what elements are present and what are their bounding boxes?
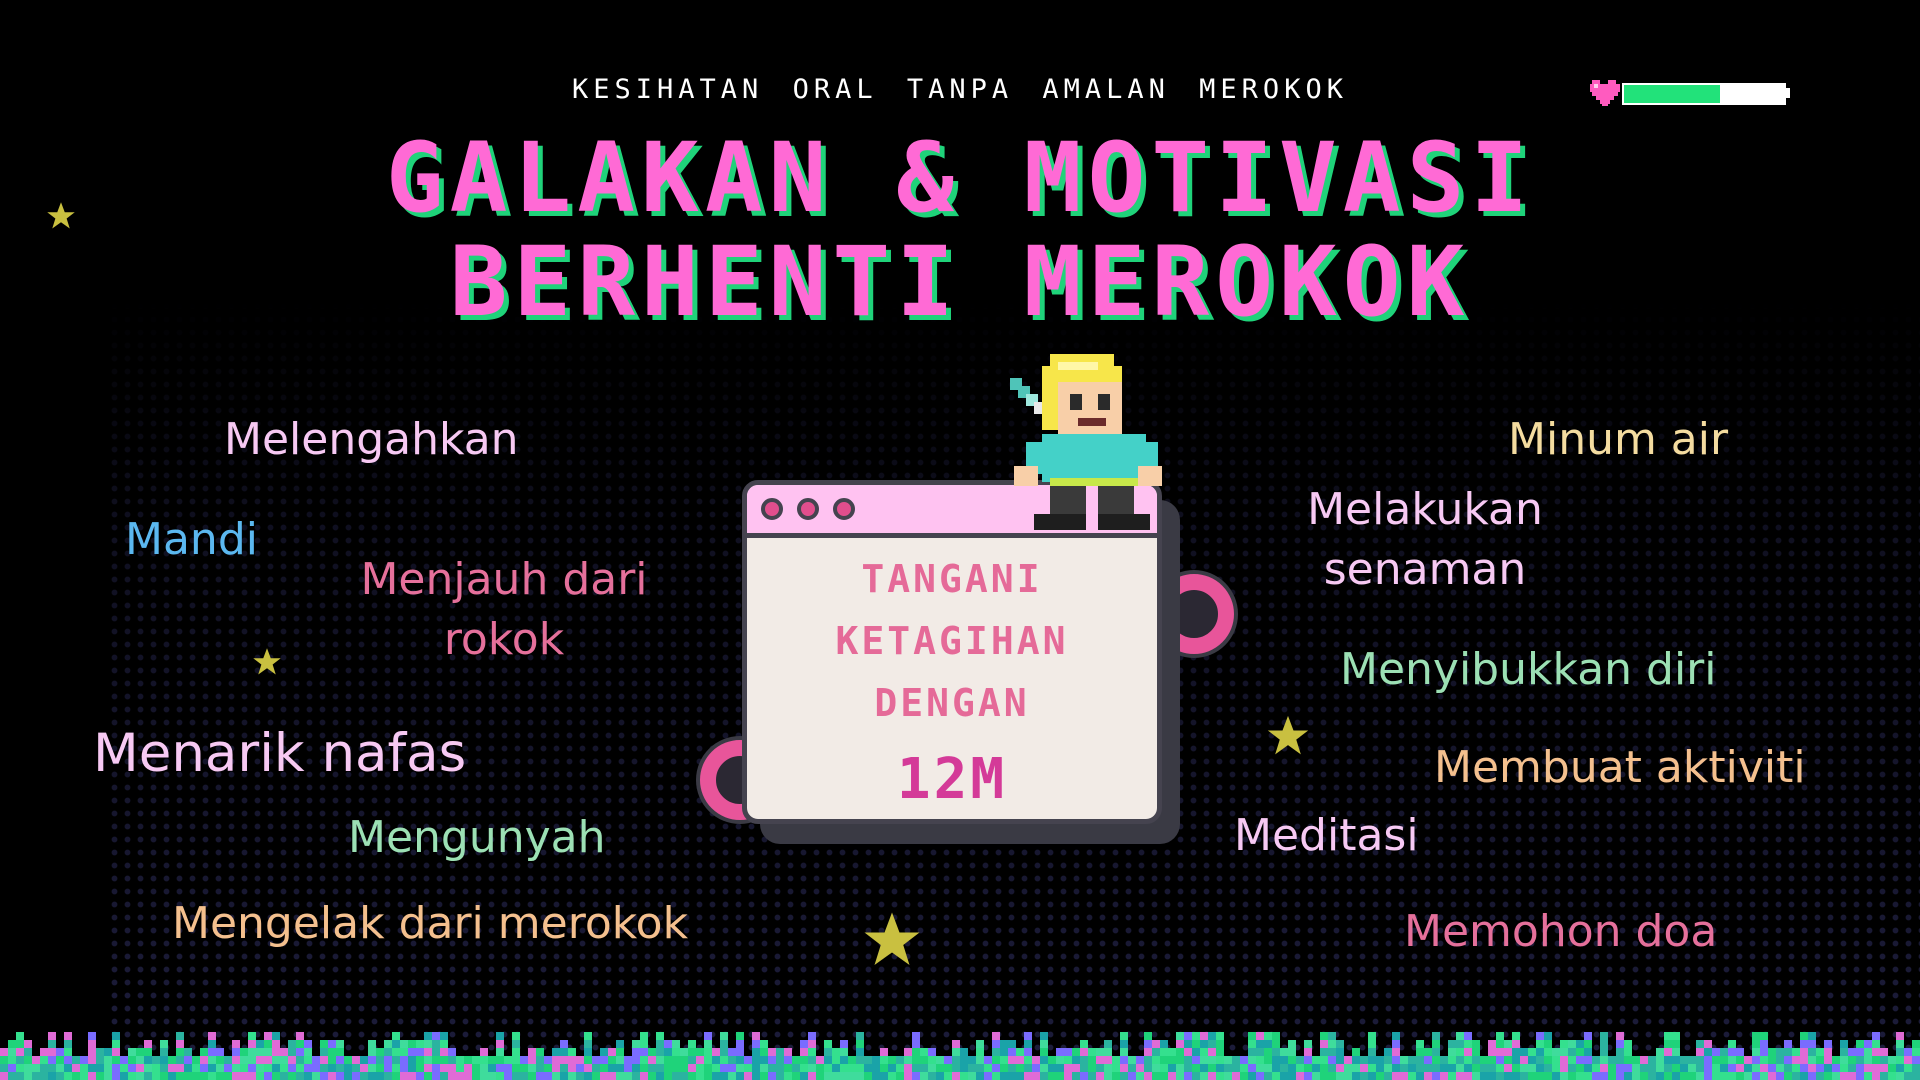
tip-memohon-doa: Memohon doa	[1404, 906, 1718, 957]
slide: KESIHATAN ORAL TANPA AMALAN MEROKOK GALA…	[0, 0, 1920, 1080]
tip-melakukan-senaman-line2: senaman	[1323, 544, 1527, 595]
window-value: 12M	[896, 747, 1008, 812]
title-line-1: GALAKAN & MOTIVASI	[385, 122, 1535, 234]
pixel-grass-border	[0, 1032, 1920, 1080]
pixel-character-icon	[1010, 354, 1162, 530]
tip-melengahkan: Melengahkan	[224, 414, 519, 465]
window-dot-icon	[761, 498, 783, 520]
star-icon	[47, 202, 75, 229]
star-icon	[1267, 715, 1309, 755]
window-text-line-2: KETAGIHAN	[835, 619, 1069, 663]
tip-mengelak-dari-merokok: Mengelak dari merokok	[172, 898, 689, 949]
tip-melakukan-senaman-line1: Melakukan	[1307, 484, 1543, 535]
message-window: TANGANI KETAGIHAN DENGAN 12M	[742, 480, 1162, 824]
window-dot-icon	[833, 498, 855, 520]
tip-mengunyah: Mengunyah	[348, 812, 606, 863]
window-text-line-3: DENGAN	[874, 681, 1030, 725]
health-bar-fill	[1624, 85, 1720, 103]
health-bar-cap	[1784, 88, 1790, 98]
tip-menjauh-dari-line1: Menjauh dari	[360, 554, 648, 605]
tip-menyibukkan-diri: Menyibukkan diri	[1340, 644, 1717, 695]
star-icon	[864, 912, 920, 965]
tip-minum-air: Minum air	[1508, 414, 1729, 465]
title-line-2: BERHENTI MEROKOK	[449, 226, 1471, 338]
tip-menarik-nafas: Menarik nafas	[93, 723, 467, 784]
health-bar	[1588, 78, 1798, 108]
tip-menjauh-dari-line2: rokok	[443, 614, 565, 665]
tip-meditasi: Meditasi	[1234, 810, 1419, 861]
star-icon	[253, 648, 281, 675]
heart-icon	[1590, 80, 1620, 106]
tip-membuat-aktiviti: Membuat aktiviti	[1434, 742, 1806, 793]
health-bar-track	[1622, 83, 1786, 105]
tip-mandi: Mandi	[125, 514, 258, 565]
window-text-line-1: TANGANI	[861, 557, 1043, 601]
window-dot-icon	[797, 498, 819, 520]
